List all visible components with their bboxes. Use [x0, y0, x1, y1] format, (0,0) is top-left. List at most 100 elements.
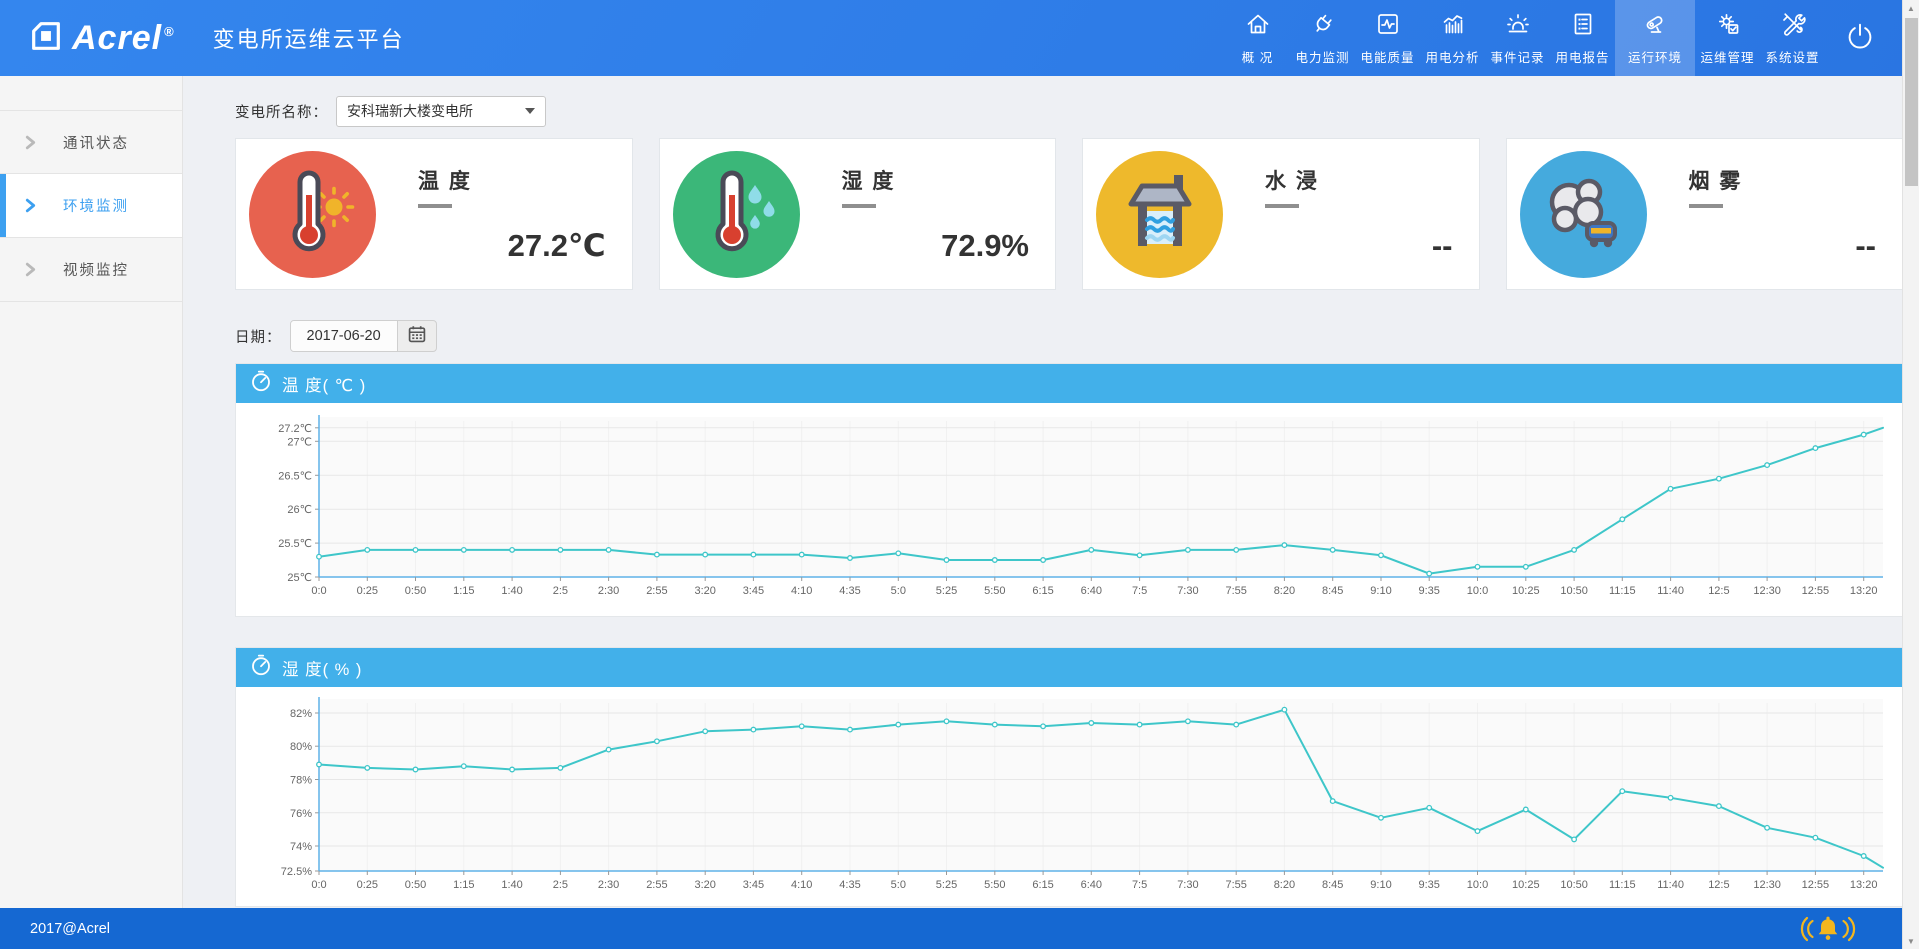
env-card-4: 烟 雾 -- — [1505, 138, 1903, 290]
thermometer-sun-icon — [249, 150, 376, 278]
chart-panel-header: 温 度( ℃ ) — [236, 364, 1902, 403]
svg-text:8:20: 8:20 — [1274, 585, 1295, 597]
svg-text:5:50: 5:50 — [984, 879, 1005, 891]
svg-text:6:15: 6:15 — [1032, 585, 1053, 597]
content-area: 变电所名称： 安科瑞新大楼变电所 温 度 27.2℃ 湿 度 72.9% 水 浸 -- 烟 … — [183, 76, 1919, 908]
chart-plot-area: 27.2℃ 27℃ 26.5℃ 26℃ 25.5℃ 25℃ 0:0 0:25 0:50 1:15 1… — [236, 403, 1902, 616]
chevron-right-icon — [24, 198, 37, 213]
svg-text:5:25: 5:25 — [936, 879, 957, 891]
svg-text:2:30: 2:30 — [598, 879, 619, 891]
alarm-bell-icon[interactable] — [1799, 914, 1857, 944]
svg-text:25.5℃: 25.5℃ — [278, 538, 312, 550]
svg-text:5:0: 5:0 — [891, 879, 906, 891]
station-row: 变电所名称： 安科瑞新大楼变电所 — [235, 95, 1903, 127]
chart-title: 湿 度( % ) — [282, 660, 363, 679]
svg-text:0:0: 0:0 — [311, 585, 326, 597]
charts-area: 温 度( ℃ ) 27.2℃ 27℃ 26.5℃ 26℃ 25.5℃ 25℃ 0:0 0:25 0… — [235, 363, 1903, 907]
sidebar-item-3[interactable]: 视频监控 — [0, 238, 182, 302]
svg-text:72.5%: 72.5% — [281, 866, 312, 878]
scroll-thumb[interactable] — [1905, 18, 1918, 186]
svg-text:7:30: 7:30 — [1177, 879, 1198, 891]
svg-text:26.5℃: 26.5℃ — [278, 470, 312, 482]
svg-text:4:10: 4:10 — [791, 585, 812, 597]
chart-panel-1: 温 度( ℃ ) 27.2℃ 27℃ 26.5℃ 26℃ 25.5℃ 25℃ 0:0 0:25 0… — [235, 363, 1903, 617]
svg-text:74%: 74% — [290, 841, 312, 853]
scroll-up-button[interactable]: ▲ — [1903, 0, 1919, 16]
svg-text:8:45: 8:45 — [1322, 585, 1343, 597]
svg-text:0:50: 0:50 — [405, 585, 426, 597]
calendar-button[interactable] — [398, 321, 436, 351]
sidebar-item-2[interactable]: 环境监测 — [0, 174, 182, 238]
nav-item-9[interactable]: 系统设置 — [1760, 0, 1825, 76]
nav-item-1[interactable]: 概 况 — [1225, 0, 1290, 76]
title-underline — [1265, 203, 1299, 208]
svg-text:8:20: 8:20 — [1274, 879, 1295, 891]
station-label: 变电所名称： — [235, 104, 328, 121]
card-value: 72.9% — [941, 227, 1029, 263]
env-card-2: 湿 度 72.9% — [658, 138, 1056, 290]
home-icon — [1245, 11, 1271, 42]
nav-item-2[interactable]: 电力监测 — [1290, 0, 1355, 76]
logo-mark-icon — [28, 20, 64, 57]
svg-text:11:15: 11:15 — [1609, 585, 1636, 597]
svg-text:5:0: 5:0 — [891, 585, 906, 597]
svg-text:11:40: 11:40 — [1657, 585, 1684, 597]
card-title: 烟 雾 — [1688, 169, 1743, 193]
camera-icon — [1642, 11, 1668, 42]
chart-title: 温 度( ℃ ) — [282, 376, 367, 395]
chevron-right-icon — [24, 262, 37, 277]
svg-text:11:15: 11:15 — [1609, 879, 1636, 891]
water-well-icon — [1096, 150, 1223, 278]
svg-text:9:10: 9:10 — [1370, 879, 1391, 891]
chart-panel-header: 湿 度( % ) — [236, 648, 1902, 687]
card-title: 温 度 — [418, 169, 472, 193]
acrel-logo: Acrel ® — [28, 19, 175, 58]
env-card-3: 水 浸 -- — [1082, 138, 1480, 290]
nav-item-6[interactable]: 用电报告 — [1550, 0, 1615, 76]
svg-text:5:25: 5:25 — [936, 585, 957, 597]
sidebar-item-1[interactable]: 通讯状态 — [0, 110, 182, 174]
station-select[interactable]: 安科瑞新大楼变电所 — [336, 95, 546, 127]
svg-text:0:25: 0:25 — [357, 585, 378, 597]
svg-text:10:50: 10:50 — [1560, 585, 1588, 597]
svg-text:7:30: 7:30 — [1177, 585, 1198, 597]
quality-icon — [1375, 11, 1401, 42]
scroll-down-button[interactable]: ▼ — [1903, 933, 1919, 949]
nav-item-7[interactable]: 运行环境 — [1615, 0, 1695, 76]
svg-text:1:40: 1:40 — [501, 585, 522, 597]
chart-svg: 82% 80% 78% 76% 74% 72.5%0:0 0:25 0:50 1:15 1:40 2… — [281, 697, 1884, 891]
report-icon — [1570, 11, 1596, 42]
svg-text:0:25: 0:25 — [357, 879, 378, 891]
nav-item-label: 系统设置 — [1765, 50, 1820, 65]
env-card-1: 温 度 27.2℃ — [235, 138, 633, 290]
svg-text:7:5: 7:5 — [1132, 585, 1147, 597]
card-title: 湿 度 — [841, 169, 896, 193]
power-button[interactable] — [1831, 21, 1889, 56]
sidebar-item-label: 视频监控 — [63, 263, 129, 279]
caret-down-icon — [525, 108, 535, 114]
svg-text:6:40: 6:40 — [1081, 879, 1102, 891]
svg-text:7:55: 7:55 — [1225, 879, 1246, 891]
nav-item-5[interactable]: 事件记录 — [1485, 0, 1550, 76]
svg-text:13:20: 13:20 — [1850, 879, 1878, 891]
station-select-value: 安科瑞新大楼变电所 — [347, 103, 473, 119]
power-icon — [1845, 21, 1875, 56]
date-input[interactable]: 2017-06-20 — [290, 321, 398, 351]
nav-item-3[interactable]: 电能质量 — [1355, 0, 1420, 76]
copyright-text: 2017@Acrel — [30, 920, 111, 937]
date-label: 日期： — [235, 329, 282, 346]
sidebar-item-label: 通讯状态 — [63, 135, 129, 152]
plug-icon — [1310, 11, 1336, 42]
app-title: 变电所运维云平台 — [212, 27, 405, 52]
main-nav: 概 况 电力监测 电能质量 用电分析 事件记录 用电报告 运行环境 运维管理 系统设置 — [1225, 0, 1825, 76]
app-window: Acrel ® 变电所运维云平台 概 况 电力监测 电能质量 用电分析 事件记录 用电报告 运… — [0, 0, 1919, 949]
card-value: -- — [1431, 227, 1453, 263]
svg-text:12:55: 12:55 — [1802, 585, 1830, 597]
nav-item-8[interactable]: 运维管理 — [1695, 0, 1760, 76]
svg-text:82%: 82% — [290, 708, 312, 720]
date-picker: 2017-06-20 — [289, 320, 437, 352]
svg-text:27.2℃: 27.2℃ — [278, 423, 312, 435]
svg-text:10:25: 10:25 — [1512, 879, 1540, 891]
nav-item-4[interactable]: 用电分析 — [1420, 0, 1485, 76]
svg-text:4:10: 4:10 — [791, 879, 812, 891]
